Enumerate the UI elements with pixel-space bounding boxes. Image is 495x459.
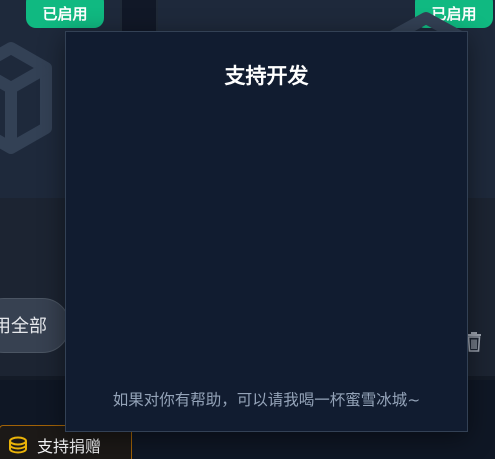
enable-all-button[interactable]: 用全部 — [0, 298, 70, 353]
support-dialog: 支持开发 如果对你有帮助，可以请我喝一杯蜜雪冰城~ — [65, 31, 468, 432]
coins-icon — [8, 436, 28, 458]
cube-icon — [0, 38, 56, 162]
dialog-footer-text: 如果对你有帮助，可以请我喝一杯蜜雪冰城~ — [112, 391, 421, 409]
enable-all-label: 用全部 — [0, 316, 47, 337]
dialog-title: 支持开发 — [224, 64, 309, 88]
dialog-body — [86, 112, 447, 382]
app-window: 已启用 已启用 用全部 支持捐赠 支持开发 如果对你有帮助，可以请我喝一杯蜜雪冰… — [0, 0, 495, 459]
donate-label: 支持捐赠 — [37, 437, 102, 456]
enabled-badge: 已启用 — [26, 0, 104, 28]
